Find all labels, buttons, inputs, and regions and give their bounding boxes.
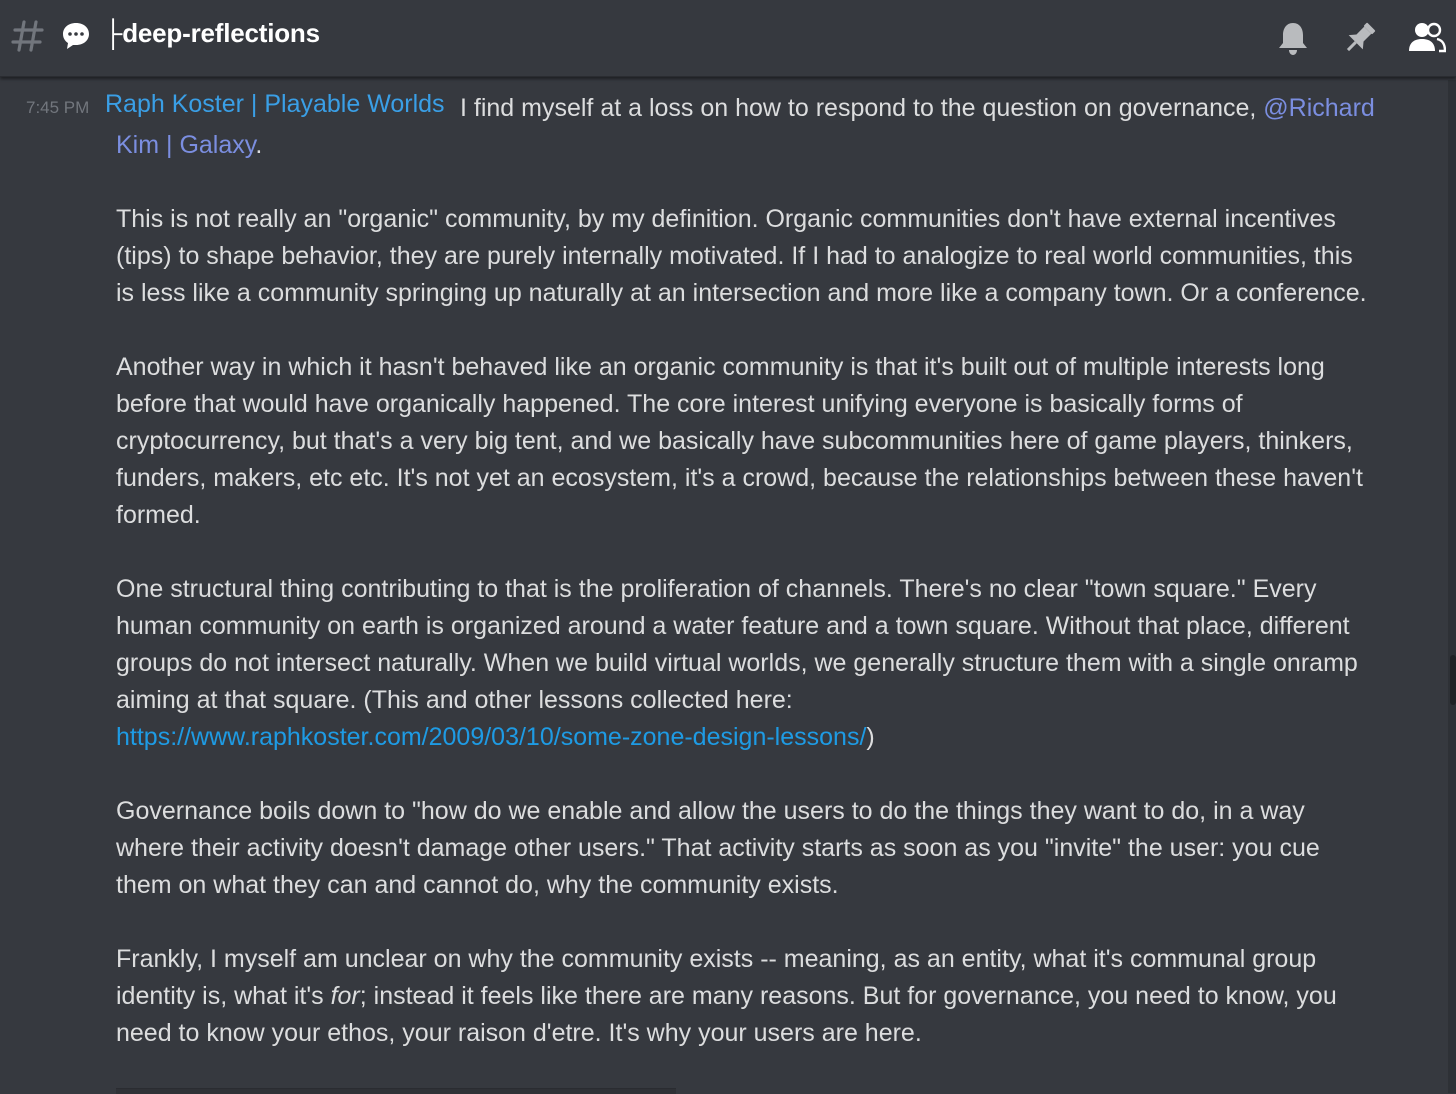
- paragraph-3: One structural thing contributing to tha…: [116, 571, 1376, 756]
- channel-name: ├deep-reflections: [104, 18, 320, 48]
- intro-text: I find myself at a loss on how to respon…: [460, 94, 1257, 122]
- scrollbar-thumb[interactable]: [1450, 655, 1456, 705]
- members-icon[interactable]: [1406, 18, 1446, 58]
- message-content: I find myself at a loss on how to respon…: [116, 90, 1376, 1052]
- speech-bubble-icon: [63, 23, 89, 49]
- mention-suffix: .: [255, 131, 263, 159]
- paragraph-1: This is not really an "organic" communit…: [116, 205, 1367, 307]
- message-intro: I find myself at a loss on how to respon…: [116, 90, 1376, 164]
- embed-preview-edge: [116, 1088, 676, 1094]
- paragraph-2: Another way in which it hasn't behaved l…: [116, 353, 1363, 529]
- paragraph-3-text: One structural thing contributing to tha…: [116, 575, 1358, 714]
- article-link[interactable]: https://www.raphkoster.com/2009/03/10/so…: [116, 723, 866, 751]
- bell-icon[interactable]: [1273, 18, 1313, 58]
- message-timestamp[interactable]: 7:45 PM: [26, 98, 89, 118]
- paragraph-5-emphasis: for: [330, 982, 360, 1010]
- hash-icon: [11, 20, 44, 52]
- paragraph-5: Frankly, I myself am unclear on why the …: [116, 941, 1376, 1052]
- paragraph-4: Governance boils down to "how do we enab…: [116, 797, 1320, 899]
- scrollbar-track[interactable]: [1448, 80, 1456, 1093]
- pin-icon[interactable]: [1340, 18, 1380, 58]
- message-list[interactable]: 7:45 PM Raph Koster | Playable Worlds I …: [0, 78, 1456, 1093]
- paragraph-3-close: ): [866, 723, 875, 751]
- channel-header: ├deep-reflections: [0, 0, 1456, 77]
